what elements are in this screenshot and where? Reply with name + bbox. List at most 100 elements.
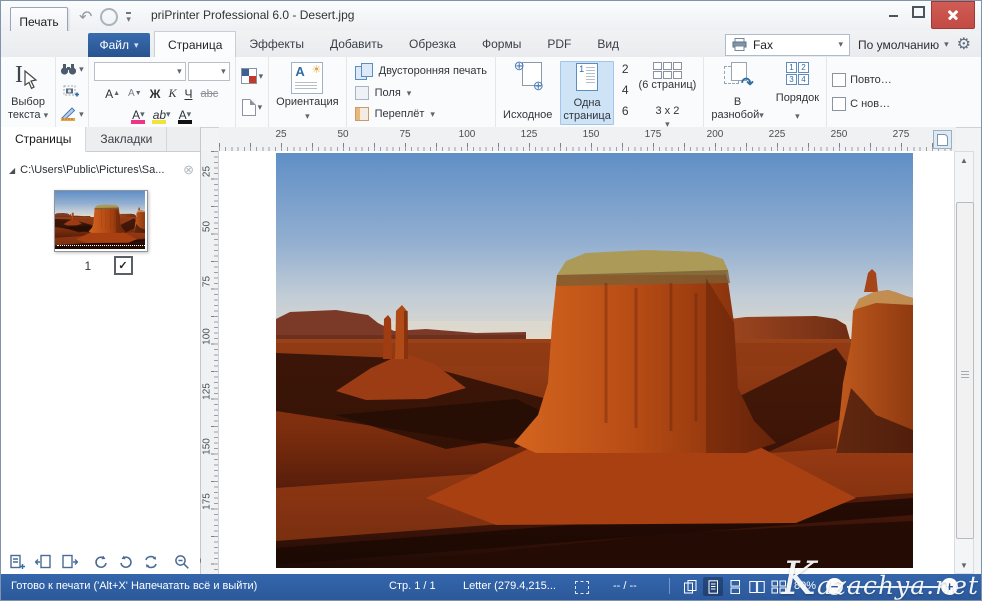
chevron-down-icon: ▾ (259, 71, 264, 82)
binoculars-icon (60, 63, 77, 76)
scroll-down-icon[interactable]: ▼ (955, 557, 973, 573)
toolbar-options-icon[interactable]: ▾ (126, 12, 131, 23)
view-thumbnails-button[interactable] (769, 577, 789, 596)
chevron-down-icon: ▾ (134, 40, 139, 51)
paper-button[interactable]: ▾ (242, 99, 263, 116)
italic-button[interactable]: К (165, 84, 179, 103)
view-multipage-button[interactable] (681, 577, 701, 596)
file-menu-button[interactable]: Файл ▾ (88, 33, 150, 57)
binding-icon (355, 107, 369, 121)
panel-toolbar (1, 554, 200, 570)
tree-expand-icon[interactable]: ◢ (9, 166, 15, 175)
preset-6[interactable]: 6 (622, 104, 629, 118)
insert-before-button[interactable] (35, 554, 52, 570)
select-text-button[interactable]: I Выбор текста ▾ (6, 61, 50, 123)
tab-view[interactable]: Вид (584, 31, 632, 57)
group-order: ↷ В разнобой▾ 12 34 Порядок ▾ (704, 57, 827, 127)
page-color-button[interactable]: ▾ (241, 68, 264, 84)
text-eraser-button[interactable]: A ▾ (129, 105, 148, 124)
new-page-checkbox[interactable]: С нов… (832, 95, 890, 113)
page-checkbox[interactable]: ✓ (114, 256, 133, 275)
redo-icon[interactable] (100, 8, 118, 26)
tab-insert[interactable]: Добавить (317, 31, 396, 57)
vertical-ruler[interactable]: 25 50 75 100 125 150 175 (201, 151, 219, 574)
highlight-button[interactable]: ab ▾ (150, 105, 174, 124)
vertical-scrollbar[interactable]: ▲ ▼ (954, 151, 974, 574)
zoom-out-button[interactable] (174, 554, 190, 570)
orientation-button[interactable]: A☀ Ориентация ▾ (274, 61, 340, 123)
margins-button[interactable]: Поля ▾ (355, 86, 412, 100)
view-single-page-button[interactable] (703, 577, 723, 596)
close-document-icon[interactable]: ⊗ (183, 162, 194, 178)
bold-button[interactable]: Ж (147, 84, 164, 103)
shrink-font-label: A (128, 88, 135, 99)
six-pages-button[interactable]: (6 страниц) 3 x 2 ▾ (637, 61, 699, 123)
group-font: ▾ ▾ A▲ A▼ Ж К Ч abc A ▾ ab (89, 57, 236, 127)
repeat-checkbox[interactable]: Повто… (832, 71, 892, 89)
gear-icon[interactable]: ⚙ (957, 37, 971, 53)
strikethrough-button[interactable]: abc (197, 84, 221, 103)
one-page-icon: 1 (576, 63, 598, 91)
profile-select[interactable]: По умолчанию ▾ (858, 38, 949, 52)
original-layout-button[interactable]: ⊕ ⊕ Исходное (501, 61, 554, 123)
undo-icon[interactable]: ↶ (79, 7, 92, 27)
tab-bookmarks[interactable]: Закладки (86, 127, 167, 151)
tab-crop[interactable]: Обрезка (396, 31, 469, 57)
status-page-indicator[interactable]: Стр. 1 / 1 (389, 580, 436, 592)
insert-after-button[interactable] (61, 554, 78, 570)
scroll-up-icon[interactable]: ▲ (955, 152, 973, 168)
original-icon: ⊕ ⊕ (514, 62, 542, 92)
chevron-down-icon: ▾ (140, 109, 145, 120)
page-preview[interactable] (219, 151, 956, 574)
tab-pages[interactable]: Страницы (1, 127, 86, 152)
binding-button[interactable]: Переплёт ▾ (355, 107, 435, 121)
status-paper-size[interactable]: Letter (279.4,215... (463, 580, 556, 592)
printer-bar: Fax ▾ По умолчанию ▾ ⚙ (725, 33, 971, 56)
add-page-button[interactable] (9, 554, 26, 570)
scrollbar-thumb[interactable] (956, 202, 974, 539)
underline-button[interactable]: Ч (181, 84, 195, 103)
view-continuous-button[interactable] (725, 577, 745, 596)
ruler-label: 225 (762, 129, 792, 140)
tab-effects[interactable]: Эффекты (236, 31, 317, 57)
page-setup-icon[interactable] (933, 130, 952, 149)
measure-button[interactable]: ▾ (60, 107, 84, 121)
page-thumbnail[interactable] (54, 190, 148, 252)
view-facing-button[interactable] (747, 577, 767, 596)
tab-pdf[interactable]: PDF (534, 31, 584, 57)
document-tree-item[interactable]: ◢ C:\Users\Public\Pictures\Sa... ⊗ (1, 152, 200, 184)
preset-2[interactable]: 2 (622, 62, 629, 76)
zoom-slider[interactable] (847, 586, 941, 588)
find-button[interactable]: ▾ (60, 63, 84, 76)
ruler-label: 100 (452, 129, 482, 140)
tab-page[interactable]: Страница (154, 31, 236, 58)
preset-4[interactable]: 4 (622, 83, 629, 97)
chevron-down-icon: ▾ (166, 109, 171, 120)
shrink-font-button[interactable]: A▼ (125, 84, 145, 103)
order-button[interactable]: 12 34 Порядок ▾ (774, 61, 821, 123)
font-size-combo[interactable]: ▾ (188, 62, 230, 81)
shuffle-button[interactable]: ↷ В разнобой▾ (709, 61, 765, 123)
rotate-180-button[interactable] (143, 554, 159, 570)
close-button[interactable] (931, 1, 975, 29)
zoom-out-button[interactable]: − (826, 578, 843, 595)
maximize-button[interactable] (906, 1, 931, 22)
selection-icon[interactable] (575, 581, 589, 594)
font-color-button[interactable]: A ▾ (176, 105, 195, 124)
printer-select[interactable]: Fax ▾ (725, 34, 850, 56)
font-family-combo[interactable]: ▾ (94, 62, 186, 81)
zoom-in-button[interactable]: + (941, 578, 958, 595)
one-page-button[interactable]: 1 Одна страница (560, 61, 613, 125)
grow-font-button[interactable]: A▲ (102, 84, 123, 103)
ruler-label: 150 (576, 129, 606, 140)
tab-forms[interactable]: Формы (469, 31, 534, 57)
duplex-button[interactable]: Двусторонняя печать (355, 63, 487, 79)
snapshot-button[interactable] (63, 85, 80, 99)
horizontal-ruler[interactable]: 25 50 75 100 125 150 175 200 225 250 275 (219, 127, 956, 152)
six-pages-label: (6 страниц) (639, 79, 697, 91)
quick-access-toolbar: ↶ ▾ (79, 7, 131, 27)
select-text-label: Выбор текста (8, 96, 45, 121)
minimize-button[interactable] (881, 1, 906, 22)
rotate-ccw-button[interactable] (118, 554, 134, 570)
rotate-cw-button[interactable] (93, 554, 109, 570)
